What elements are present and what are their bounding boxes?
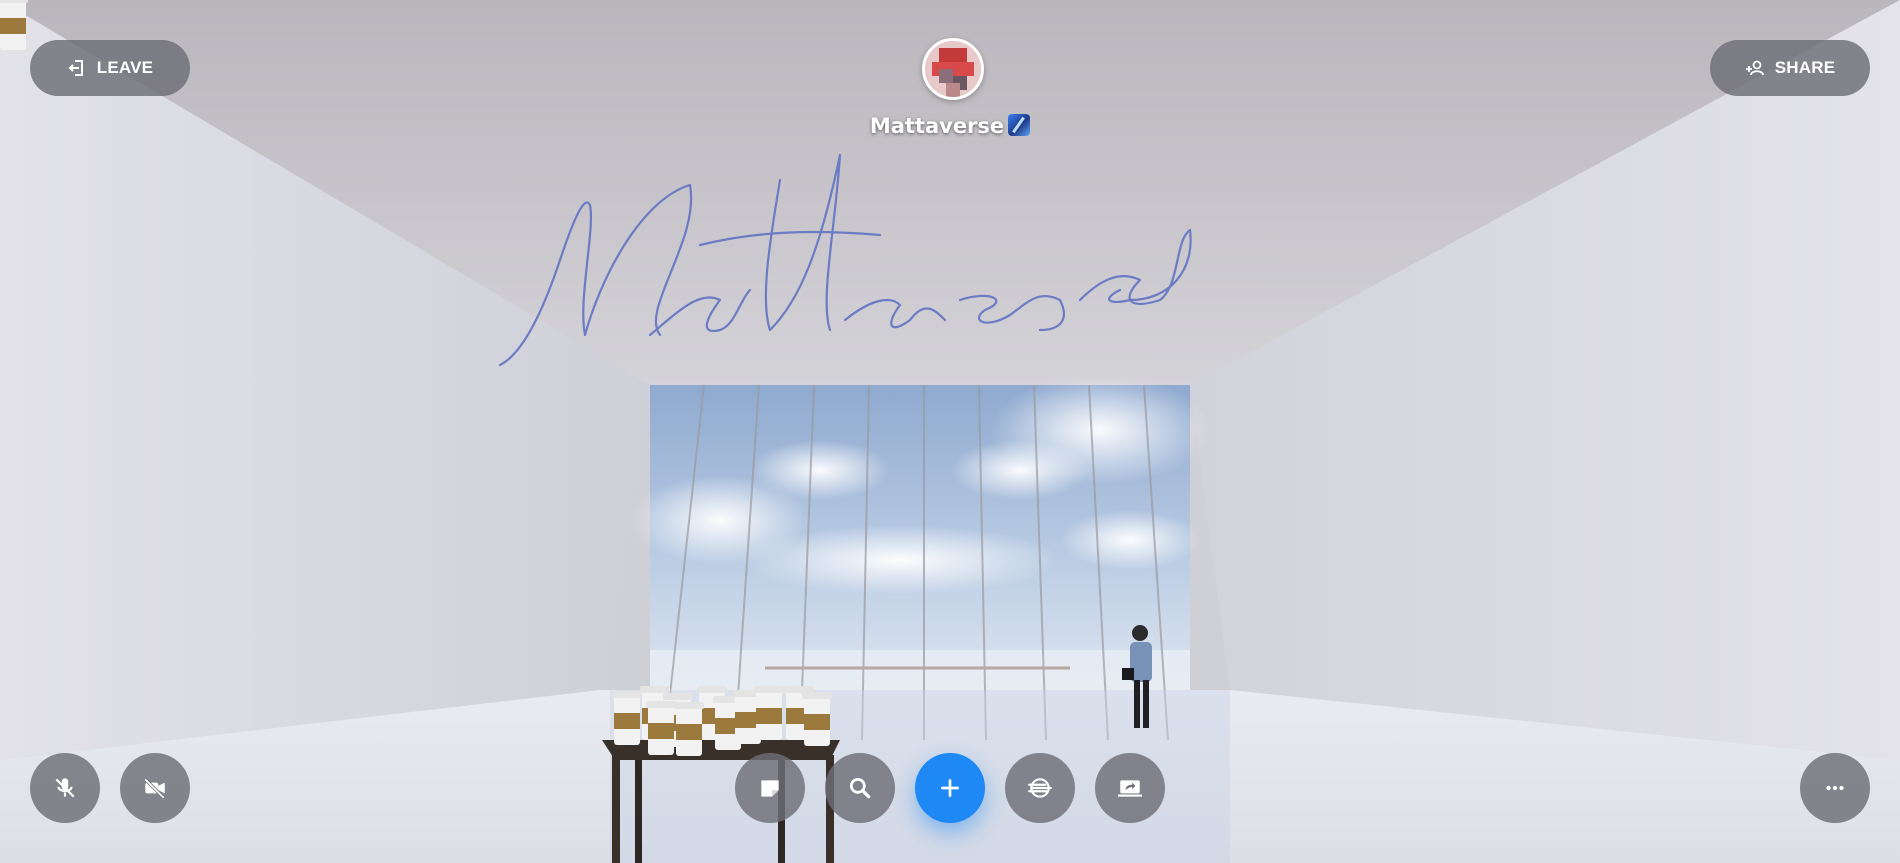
share-button[interactable]: SHARE <box>1710 40 1870 96</box>
leave-label: LEAVE <box>96 58 154 77</box>
screen-share-icon <box>1118 780 1142 797</box>
leave-button[interactable]: LEAVE <box>30 40 190 96</box>
wind-globe-icon <box>1028 778 1052 798</box>
add-button[interactable] <box>915 753 985 823</box>
host-name: Mattaverse <box>0 114 1900 138</box>
add-person-icon <box>1745 60 1764 76</box>
host-badge-icon <box>1008 114 1031 136</box>
sticky-note-button[interactable] <box>735 753 805 823</box>
exit-door-icon <box>68 60 83 76</box>
host-avatar[interactable] <box>922 38 984 100</box>
camera-off-button[interactable] <box>120 753 190 823</box>
share-screen-button[interactable] <box>1095 753 1165 823</box>
pixelated-avatar-icon <box>925 41 981 97</box>
host-name-text: Mattaverse <box>869 114 1005 138</box>
note-icon <box>761 780 779 797</box>
plus-icon <box>941 779 959 797</box>
more-icon <box>1826 785 1844 791</box>
more-options-button[interactable] <box>1800 753 1870 823</box>
search-icon <box>849 777 871 799</box>
search-button[interactable] <box>825 753 895 823</box>
share-label: SHARE <box>1774 58 1836 77</box>
video-off-icon <box>144 778 165 799</box>
environment-button[interactable] <box>1005 753 1075 823</box>
mic-off-icon <box>55 778 75 798</box>
microphone-muted-button[interactable] <box>30 753 100 823</box>
